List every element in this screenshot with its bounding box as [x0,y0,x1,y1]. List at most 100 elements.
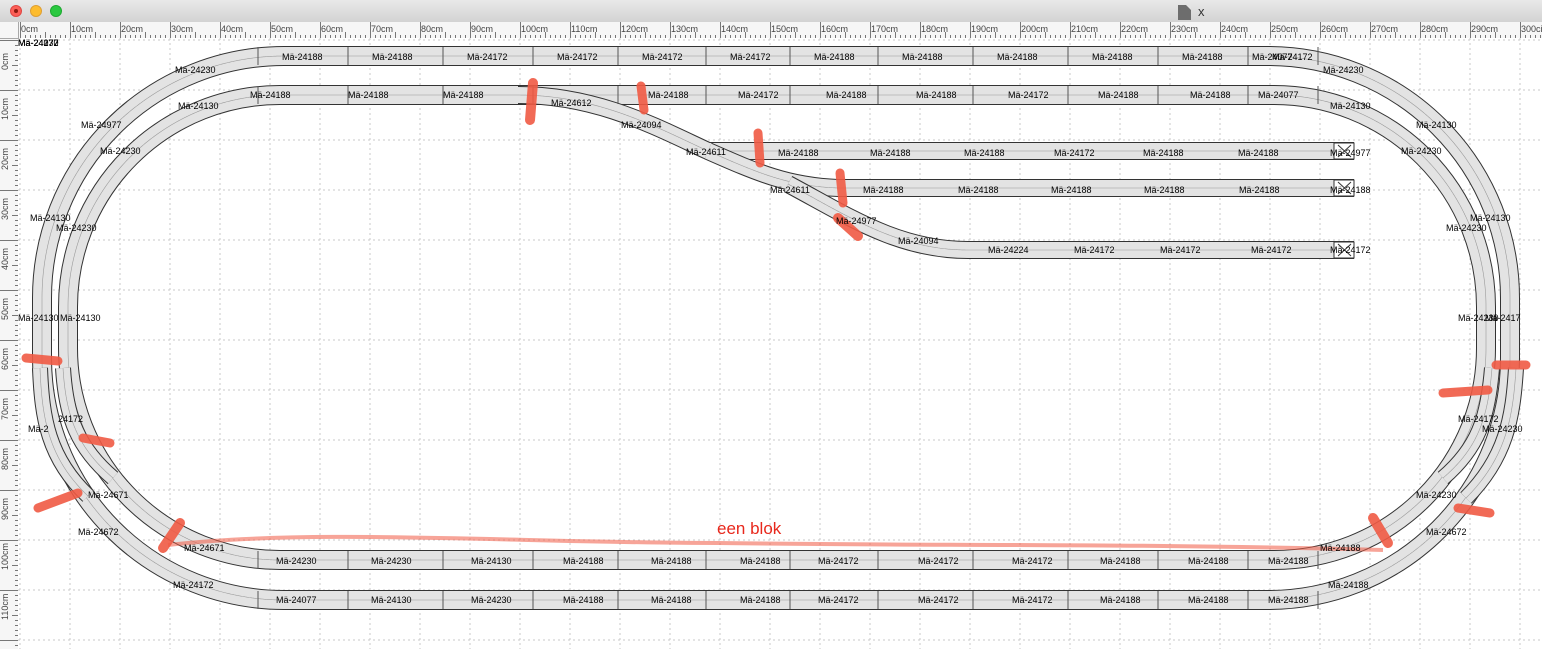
track-label[interactable]: Mä-24188 [1190,90,1231,100]
track-label[interactable]: Mä-24188 [372,52,413,62]
track-label[interactable]: Mä-24671 [88,490,129,500]
track-label[interactable]: Mä-24230 [1323,65,1364,75]
track-label[interactable]: Mä-24188 [1100,556,1141,566]
track-label[interactable]: Mä-24188 [826,90,867,100]
track-label[interactable]: Mä-24172 [1054,148,1095,158]
track-label[interactable]: Mä-24172 [1330,245,1371,255]
track-label[interactable]: Mä-24230 [1482,424,1523,434]
track-label[interactable]: Mä-24671 [184,543,225,553]
track-label[interactable]: Mä-2417 [1485,313,1521,323]
track-label[interactable]: Mä-24172 [642,52,683,62]
track-label[interactable]: Mä-24172 [918,595,959,605]
track-label[interactable]: Mä-24672 [78,527,119,537]
track-label[interactable]: Mä-24188 [870,148,911,158]
track-label[interactable]: Mä-24611 [686,147,726,157]
track-label[interactable]: Mä-24977 [1330,148,1371,158]
track-label[interactable]: Mä-24188 [778,148,819,158]
track-label[interactable]: Mä-24188 [863,185,904,195]
track-label[interactable]: Mä-24172 [173,580,214,590]
track-label[interactable]: Mä-24188 [250,90,291,100]
track-label[interactable]: Mä-24188 [443,90,484,100]
track-label[interactable]: Mä-24172 [1458,414,1499,424]
track-label[interactable]: Mä-24188 [1188,556,1229,566]
track-label[interactable]: Mä-24172 [1074,245,1115,255]
track-label[interactable]: Mä-24188 [648,90,689,100]
track-label[interactable]: Mä-24977 [836,216,877,226]
track-label[interactable]: Mä-24130 [1416,120,1457,130]
track-label[interactable]: Mä-24188 [1098,90,1139,100]
track-label[interactable]: Mä-24230 [18,38,59,48]
track-label[interactable]: Mä-24172 [1012,595,1053,605]
track-label[interactable]: Mä-24188 [1051,185,1092,195]
track-label[interactable]: Mä-24172 [1251,245,1292,255]
close-button[interactable] [10,5,22,17]
minimize-button[interactable] [30,5,42,17]
track-label[interactable]: Mä-24077 [276,595,317,605]
track-label[interactable]: Mä-24188 [1143,148,1184,158]
track-label[interactable]: Mä-24188 [740,595,781,605]
track-label[interactable]: Mä-24230 [471,595,512,605]
track-label[interactable]: Mä-24188 [958,185,999,195]
track-label[interactable]: Mä-24130 [371,595,412,605]
track-label[interactable]: Mä-24172 [730,52,771,62]
track-label[interactable]: Mä-24188 [563,595,604,605]
track-label[interactable]: Mä-24188 [282,52,323,62]
track-label[interactable]: Mä-24230 [175,65,216,75]
track-label[interactable]: Mä-24188 [1330,185,1371,195]
track-label[interactable]: Mä-24224 [988,245,1029,255]
track-label[interactable]: Mä-24188 [1320,543,1361,553]
track-label[interactable]: Mä-24188 [1092,52,1133,62]
track-label[interactable]: Mä-24188 [651,556,692,566]
track-label[interactable]: Mä-24188 [1268,556,1309,566]
track-label[interactable]: Mä-24230 [1416,490,1457,500]
layout-canvas[interactable]: Mä-24188 Mä-24188 Mä-24172 Mä-24172 Mä-24172… [18,38,1542,649]
track-label[interactable]: 24172 [58,414,83,424]
track-label[interactable]: Mä-24077 [1258,90,1299,100]
track-label[interactable]: Mä-24230 [1446,223,1487,233]
track-label[interactable]: Mä-24130 [178,101,219,111]
track-label[interactable]: Mä-24188 [1268,595,1309,605]
track-label[interactable]: Mä-24188 [902,52,943,62]
track-label[interactable]: Mä-24188 [1239,185,1280,195]
track-label[interactable]: Mä-24188 [563,556,604,566]
track-label[interactable]: Mä-24611 [770,185,810,195]
track-label[interactable]: Mä-24188 [916,90,957,100]
track-label[interactable]: Mä-24188 [1328,580,1369,590]
track-label[interactable]: Mä-24172 [1008,90,1049,100]
track-label[interactable]: Mä-24172 [557,52,598,62]
track-label[interactable]: Mä-24188 [997,52,1038,62]
track-label[interactable]: Mä-24172 [918,556,959,566]
track-label[interactable]: Mä-24172 [738,90,779,100]
track-label[interactable]: Mä-24094 [898,236,939,246]
track-label[interactable]: Mä-24672 [1426,527,1467,537]
track-label[interactable]: Mä-24230 [56,223,97,233]
track-label[interactable]: Mä-24130 [30,213,71,223]
track-label[interactable]: Mä-2 [28,424,49,434]
track-label[interactable]: Mä-24188 [814,52,855,62]
track-label[interactable]: Mä-24188 [1188,595,1229,605]
track-label[interactable]: Mä-24230 [100,146,141,156]
track-label[interactable]: Mä-24130 [471,556,512,566]
track-label[interactable]: Mä-24188 [740,556,781,566]
track-label[interactable]: Mä-24188 [348,90,389,100]
track-label[interactable]: Mä-24130 [18,313,59,323]
track-label[interactable]: Mä-24172 [818,595,859,605]
track-label[interactable]: Mä-24130 [1470,213,1511,223]
track-label[interactable]: Mä-24188 [1182,52,1223,62]
track-label[interactable]: Mä-24188 [1144,185,1185,195]
track-label[interactable]: Mä-24977 [81,120,122,130]
track-label[interactable]: Mä-24172 [1012,556,1053,566]
track-label[interactable]: Mä-24188 [1100,595,1141,605]
track-label[interactable]: Mä-24172 [1160,245,1201,255]
track-label[interactable]: Mä-24172 [818,556,859,566]
track-label[interactable]: Mä-24130 [1330,101,1371,111]
track-label[interactable]: Mä-24612 [551,98,592,108]
track-label[interactable]: Mä-24077 [1252,52,1293,62]
track-label[interactable]: Mä-24230 [371,556,412,566]
track-label[interactable]: Mä-24130 [60,313,101,323]
track-label[interactable]: Mä-24230 [1401,146,1442,156]
track-label[interactable]: Mä-24172 [467,52,508,62]
zoom-button[interactable] [50,5,62,17]
track-label[interactable]: Mä-24188 [964,148,1005,158]
track-label[interactable]: Mä-24188 [651,595,692,605]
